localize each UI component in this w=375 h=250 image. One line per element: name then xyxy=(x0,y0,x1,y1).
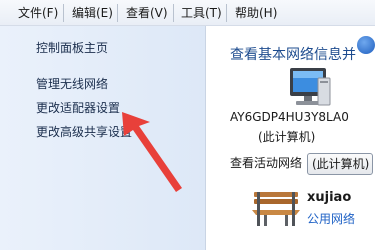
menu-separator xyxy=(226,4,227,22)
menu-edit[interactable]: 编辑(E) xyxy=(72,5,113,21)
menu-bar: 文件(F) 编辑(E) 查看(V) 工具(T) 帮助(H) xyxy=(0,0,375,26)
network-sharing-center-window: 文件(F) 编辑(E) 查看(V) 工具(T) 帮助(H) 控制面板主页 管理无… xyxy=(0,0,375,250)
nav-change-advanced-sharing-settings[interactable]: 更改高级共享设置 xyxy=(36,124,132,140)
nav-change-adapter-settings[interactable]: 更改适配器设置 xyxy=(36,100,120,116)
menu-separator xyxy=(117,4,118,22)
menu-help[interactable]: 帮助(H) xyxy=(235,5,277,21)
nav-control-panel-home[interactable]: 控制面板主页 xyxy=(36,40,108,56)
menu-view[interactable]: 查看(V) xyxy=(126,5,168,21)
network-type-link[interactable]: 公用网络 xyxy=(307,210,355,227)
computer-name: AY6GDP4HU3Y8LA0 xyxy=(230,110,349,124)
this-computer-button[interactable]: (此计算机) xyxy=(307,153,373,175)
this-computer-caption: (此计算机) xyxy=(258,130,316,144)
computer-monitor-icon xyxy=(290,68,331,106)
menu-tools[interactable]: 工具(T) xyxy=(181,5,222,21)
main-content: 查看基本网络信息并 AY6GDP4HU3Y8LA0 (此计算机) 查看活动网络 … xyxy=(206,26,375,250)
help-icon[interactable] xyxy=(357,36,375,54)
menu-separator xyxy=(63,4,64,22)
page-title: 查看基本网络信息并 xyxy=(230,47,356,63)
nav-manage-wireless-networks[interactable]: 管理无线网络 xyxy=(36,76,108,92)
active-networks-label: 查看活动网络 xyxy=(230,156,303,170)
menu-separator xyxy=(173,4,174,22)
public-network-bench-icon xyxy=(252,192,300,226)
network-name: xujiao xyxy=(307,190,352,205)
menu-file[interactable]: 文件(F) xyxy=(18,5,58,21)
